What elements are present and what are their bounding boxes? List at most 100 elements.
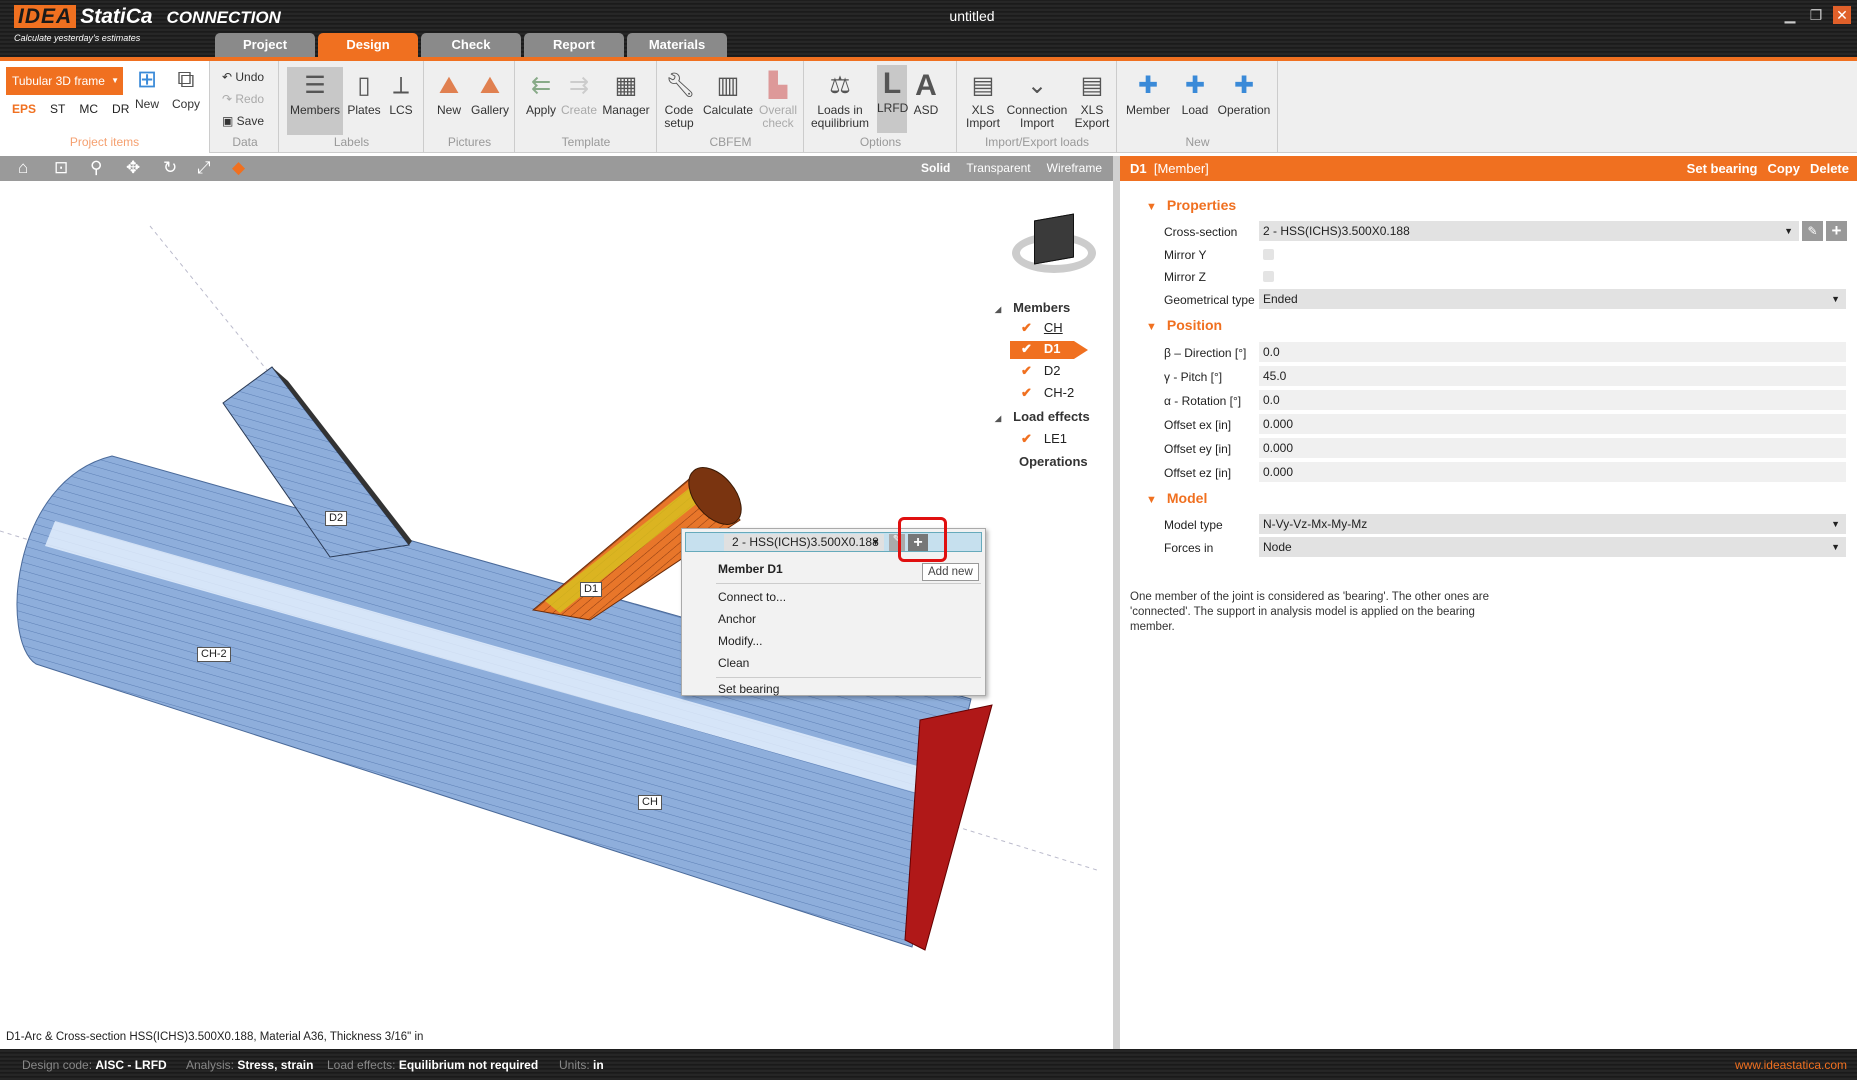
view-wireframe[interactable]: Wireframe <box>1047 161 1102 175</box>
new-item-icon: ⊞ <box>136 66 158 93</box>
checkbox-checked-icon[interactable]: ✔ <box>1021 385 1032 400</box>
geometrical-type-select[interactable]: Ended ▼ <box>1259 289 1846 309</box>
redo-button[interactable]: ↷ Redo <box>222 92 264 106</box>
type-dr[interactable]: DR <box>112 102 129 116</box>
pitch-input[interactable]: 45.0 <box>1259 366 1846 386</box>
template-manager-button[interactable]: ▦ Manager <box>601 71 651 117</box>
tree-item-d2[interactable]: ✔ D2 <box>1021 363 1061 379</box>
tree-operations-header[interactable]: Operations <box>1019 454 1088 469</box>
offset-ez-input[interactable]: 0.000 <box>1259 462 1846 482</box>
view-transparent[interactable]: Transparent <box>966 161 1030 175</box>
tab-check[interactable]: Check <box>421 33 521 57</box>
maximize-icon[interactable]: ❐ <box>1807 6 1825 24</box>
lrfd-button[interactable]: L LRFD <box>877 65 908 133</box>
tab-design[interactable]: Design <box>318 33 418 57</box>
tree-item-ch2[interactable]: ✔ CH-2 <box>1021 385 1074 401</box>
tab-materials[interactable]: Materials <box>627 33 727 57</box>
labels-lcs-button[interactable]: ⟂ LCS <box>384 71 418 117</box>
delete-button[interactable]: Delete <box>1810 161 1849 176</box>
connection-import-button[interactable]: ⌄ Connection Import <box>1006 71 1068 130</box>
section-position[interactable]: ▼ Position <box>1146 317 1222 333</box>
zoom-window-icon[interactable]: ⊡ <box>54 158 68 178</box>
offset-ey-input[interactable]: 0.000 <box>1259 438 1846 458</box>
cross-section-select[interactable]: 2 - HSS(ICHS)3.500X0.188 ▼ <box>1259 221 1799 241</box>
website-link[interactable]: www.ideastatica.com <box>1735 1058 1847 1072</box>
overall-check-button[interactable]: ▙ Overall check <box>758 71 798 130</box>
mirror-z-checkbox[interactable] <box>1263 271 1274 282</box>
menu-item-set-bearing[interactable]: Set bearing <box>718 682 779 696</box>
abacus-icon: ▥ <box>716 72 740 99</box>
project-type-dropdown[interactable]: Tubular 3D frame ▼ <box>6 67 123 95</box>
new-member-button[interactable]: ✚ Member <box>1124 71 1172 117</box>
section-properties[interactable]: ▼ Properties <box>1146 197 1236 213</box>
end-plate[interactable] <box>904 704 993 951</box>
minimize-icon[interactable]: ▁ <box>1781 6 1799 24</box>
copy-project-item-button[interactable]: ⧉ Copy <box>170 65 202 111</box>
label-ch2[interactable]: CH-2 <box>197 647 231 662</box>
edit-cross-section-icon[interactable]: ✎ <box>1802 221 1823 241</box>
set-bearing-button[interactable]: Set bearing <box>1687 161 1758 176</box>
gallery-button[interactable]: ⛰ Gallery <box>470 71 510 117</box>
navigation-cube[interactable] <box>1012 211 1096 281</box>
new-operation-button[interactable]: ✚ Operation <box>1216 71 1272 117</box>
tree-item-le1[interactable]: ✔ LE1 <box>1021 431 1067 447</box>
label-d1[interactable]: D1 <box>580 582 603 597</box>
asd-button[interactable]: A ASD <box>911 71 941 117</box>
chevron-down-icon: ▼ <box>871 537 880 547</box>
view-solid[interactable]: Solid <box>921 161 950 175</box>
labels-members-button[interactable]: ☰ Members <box>287 67 343 135</box>
rotation-input[interactable]: 0.0 <box>1259 390 1846 410</box>
menu-item-anchor[interactable]: Anchor <box>718 612 756 626</box>
forces-in-select[interactable]: Node ▼ <box>1259 537 1846 557</box>
code-setup-button[interactable]: 🔧︎ Code setup <box>662 71 696 130</box>
close-icon[interactable]: ✕ <box>1833 6 1851 24</box>
rotate-icon[interactable]: ↻ <box>163 158 177 178</box>
context-cross-section-select[interactable]: 2 - HSS(ICHS)3.500X0.188 ▼ <box>724 534 884 551</box>
menu-item-modify[interactable]: Modify... <box>718 634 762 648</box>
tab-project[interactable]: Project <box>215 33 315 57</box>
labels-plates-button[interactable]: ▯ Plates <box>347 71 381 117</box>
menu-item-clean[interactable]: Clean <box>718 656 749 670</box>
tree-load-effects-header[interactable]: ◢ Load effects <box>995 409 1090 424</box>
new-project-item-button[interactable]: ⊞ New <box>132 65 162 111</box>
mirror-y-checkbox[interactable] <box>1263 249 1274 260</box>
add-cross-section-icon[interactable]: + <box>1826 221 1847 241</box>
pan-icon[interactable]: ✥ <box>126 158 140 178</box>
checkbox-checked-icon[interactable]: ✔ <box>1021 320 1032 335</box>
loads-in-equilibrium-button[interactable]: ⚖ Loads in equilibrium <box>809 71 871 130</box>
type-mc[interactable]: MC <box>79 102 98 116</box>
xls-export-button[interactable]: ▤ XLS Export <box>1073 71 1111 130</box>
section-model[interactable]: ▼ Model <box>1146 490 1207 506</box>
direction-input[interactable]: 0.0 <box>1259 342 1846 362</box>
group-label: Options <box>859 135 902 149</box>
home-icon[interactable]: ⌂ <box>18 158 28 178</box>
type-eps[interactable]: EPS <box>12 102 36 116</box>
checkbox-checked-icon[interactable]: ✔ <box>1021 363 1032 378</box>
checkbox-checked-icon[interactable]: ✔ <box>1021 341 1032 356</box>
checkbox-checked-icon[interactable]: ✔ <box>1021 431 1032 446</box>
tab-report[interactable]: Report <box>524 33 624 57</box>
apply-template-button[interactable]: ⇇ Apply <box>524 71 558 117</box>
tree-members-header[interactable]: ◢ Members <box>995 300 1070 315</box>
xls-import-button[interactable]: ▤ XLS Import <box>965 71 1001 130</box>
new-load-button[interactable]: ✚ Load <box>1178 71 1212 117</box>
create-template-button[interactable]: ⇉ Create <box>560 71 598 117</box>
label-d2[interactable]: D2 <box>325 511 348 526</box>
new-picture-button[interactable]: ⛰ New <box>432 71 466 117</box>
status-bar: Design code: AISC - LRFD Analysis: Stres… <box>0 1049 1857 1080</box>
tree-item-ch[interactable]: ✔ CH <box>1021 320 1063 336</box>
offset-ex-input[interactable]: 0.000 <box>1259 414 1846 434</box>
type-st[interactable]: ST <box>50 102 65 116</box>
fullscreen-icon[interactable]: ⤢ <box>197 158 211 178</box>
calculate-button[interactable]: ▥ Calculate <box>703 71 753 117</box>
model-type-select[interactable]: N-Vy-Vz-Mx-My-Mz ▼ <box>1259 514 1846 534</box>
save-button[interactable]: ▣ Save <box>222 114 264 128</box>
panel-splitter[interactable] <box>1113 156 1120 1049</box>
undo-button[interactable]: ↶ Undo <box>222 70 264 84</box>
label-ch[interactable]: CH <box>638 795 662 810</box>
render-mode-icon[interactable]: ◆ <box>232 158 245 178</box>
copy-button[interactable]: Copy <box>1767 161 1800 176</box>
menu-item-connect-to[interactable]: Connect to... <box>718 590 786 604</box>
tree-item-d1[interactable]: ✔ D1 <box>1010 341 1088 359</box>
zoom-icon[interactable]: ⚲ <box>90 158 102 178</box>
